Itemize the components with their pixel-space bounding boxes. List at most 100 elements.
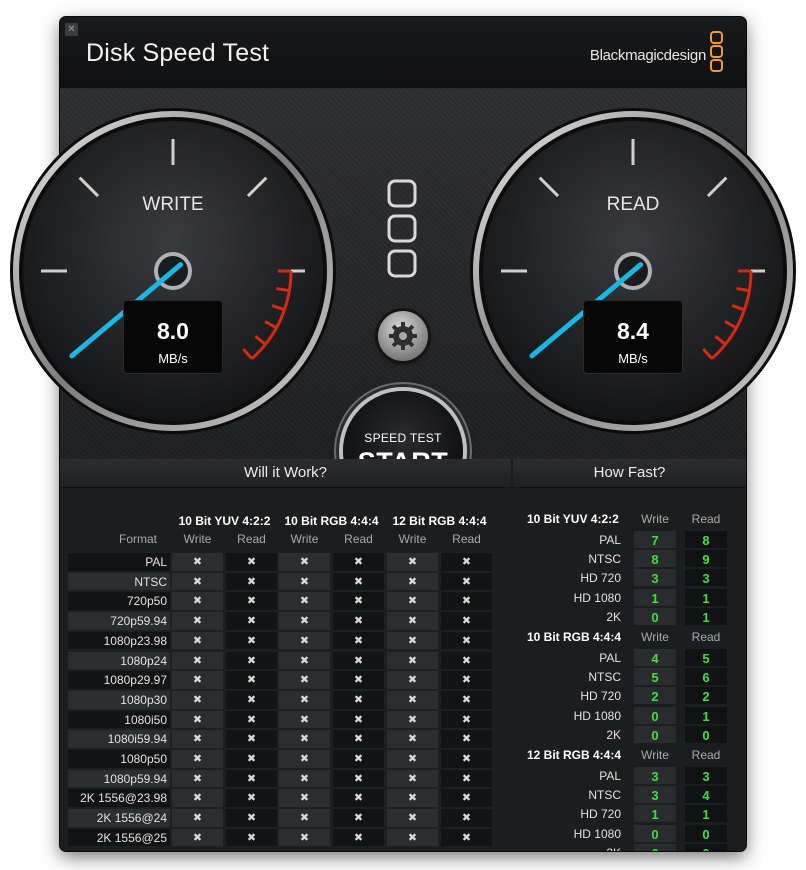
compat-cell: ✖ [332, 768, 385, 789]
how-fast-read-value: 2 [684, 686, 728, 706]
how-fast-row-label: HD 720 [580, 807, 621, 822]
write-speed-readout: 8.0 MB/s [123, 300, 223, 374]
how-fast-read-value: 6 [684, 667, 728, 687]
close-icon[interactable]: ✕ [65, 23, 78, 36]
how-fast-write-value: 5 [633, 667, 677, 687]
format-label: 1080p30 [120, 692, 167, 707]
title-bar: ✕ Disk Speed Test Blackmagicdesign [60, 17, 746, 89]
compat-cell: ✖ [225, 591, 278, 612]
write-speed-value: 8.0 [157, 318, 189, 344]
compat-cell: ✖ [171, 552, 224, 572]
write-speed-unit: MB/s [158, 351, 188, 366]
how-fast-read-value: 8 [684, 530, 728, 549]
compat-cell: ✖ [332, 729, 385, 749]
read-red-tick [736, 287, 750, 293]
compat-cell: ✖ [171, 749, 224, 769]
compat-cell: ✖ [278, 729, 331, 749]
compat-cell: ✖ [386, 729, 439, 749]
compat-cell: ✖ [386, 650, 439, 671]
how-fast-row-label: PAL [599, 533, 621, 547]
compat-cell: ✖ [386, 808, 439, 828]
compat-cell: ✖ [171, 788, 224, 809]
how-fast-write-header: Write [641, 512, 669, 526]
write-gauge-label: WRITE [142, 194, 204, 215]
compat-cell: ✖ [386, 768, 439, 789]
read-gauge-label: READ [606, 194, 660, 215]
format-label: 1080p24 [120, 653, 167, 668]
how-fast-write-value: 1 [633, 804, 677, 824]
how-fast-read-header: Read [691, 630, 721, 644]
how-fast-write-value: 0 [633, 823, 677, 843]
how-fast-write-value: 2 [633, 686, 677, 706]
gear-icon [389, 322, 417, 350]
how-fast-read-header: Read [691, 512, 721, 526]
how-fast-row-label: HD 1080 [573, 826, 621, 841]
compat-cell: ✖ [332, 827, 385, 848]
how-fast-title: How Fast? [513, 459, 746, 488]
compat-cell: ✖ [225, 650, 278, 671]
how-fast-row-label: PAL [599, 769, 621, 783]
how-fast-read-value: 3 [684, 766, 728, 785]
format-column-label: Format [118, 532, 157, 546]
subheader-write: Write [398, 532, 427, 546]
how-fast-read-value: 0 [684, 842, 728, 851]
compat-cell: ✖ [171, 571, 224, 592]
how-fast-write-header: Write [641, 630, 669, 644]
read-gauge-dial [470, 108, 796, 434]
compat-cell: ✖ [278, 650, 331, 671]
compat-cell: ✖ [332, 709, 385, 730]
compat-cell: ✖ [440, 709, 493, 730]
compat-cell: ✖ [171, 768, 224, 789]
how-fast-write-value: 3 [633, 766, 677, 785]
will-it-work-panel: Will it Work? Format 10 Bit YUV 4:2:2 10 B… [60, 459, 511, 851]
subheader-read: Read [237, 532, 266, 546]
how-fast-write-value: 4 [633, 648, 677, 667]
compat-cell: ✖ [225, 709, 278, 730]
compat-cell: ✖ [171, 670, 224, 690]
compat-cell: ✖ [440, 630, 493, 651]
read-gauge: READ 8.4 MB/s [468, 106, 798, 436]
how-fast-row-label: HD 720 [580, 689, 621, 704]
compat-cell: ✖ [332, 611, 385, 631]
compat-cell: ✖ [278, 571, 331, 592]
how-fast-read-value: 1 [684, 606, 728, 626]
write-gauge-dial [10, 108, 336, 434]
compat-cell: ✖ [440, 571, 493, 592]
compat-cell: ✖ [440, 768, 493, 789]
subheader-write: Write [183, 532, 212, 546]
how-fast-read-value: 0 [684, 823, 728, 843]
compat-cell: ✖ [225, 729, 278, 749]
how-fast-write-value: 3 [633, 568, 677, 588]
compat-cell: ✖ [171, 689, 224, 710]
how-fast-section-title: 12 Bit RGB 4:4:4 [527, 748, 622, 762]
compat-cell: ✖ [225, 749, 278, 769]
compat-cell: ✖ [225, 630, 278, 651]
compat-cell: ✖ [440, 788, 493, 809]
how-fast-row-label: NTSC [588, 552, 621, 567]
compat-cell: ✖ [278, 808, 331, 828]
format-label: 2K 1556@23.98 [80, 791, 167, 806]
compat-cell: ✖ [171, 591, 224, 612]
compat-cell: ✖ [171, 729, 224, 749]
settings-button[interactable] [378, 311, 428, 361]
how-fast-row-label: NTSC [588, 670, 621, 685]
how-fast-read-value: 1 [684, 705, 728, 725]
how-fast-write-value: 0 [633, 705, 677, 725]
compat-cell: ✖ [440, 729, 493, 749]
compat-cell: ✖ [171, 827, 224, 848]
compat-cell: ✖ [440, 689, 493, 710]
compat-cell: ✖ [225, 768, 278, 789]
subheader-read: Read [344, 532, 373, 546]
compat-cell: ✖ [440, 611, 493, 631]
compat-cell: ✖ [440, 808, 493, 828]
will-it-work-title: Will it Work? [60, 459, 511, 488]
how-fast-read-value: 4 [684, 785, 728, 805]
brand-name: Blackmagicdesign [589, 47, 706, 64]
write-gauge: WRITE 8.0 MB/s [8, 106, 338, 436]
how-fast-write-value: 0 [633, 724, 677, 744]
read-speed-unit: MB/s [618, 351, 648, 366]
compat-cell: ✖ [440, 650, 493, 671]
compat-cell: ✖ [278, 689, 331, 710]
how-fast-read-value: 1 [684, 587, 728, 607]
compat-cell: ✖ [440, 827, 493, 848]
